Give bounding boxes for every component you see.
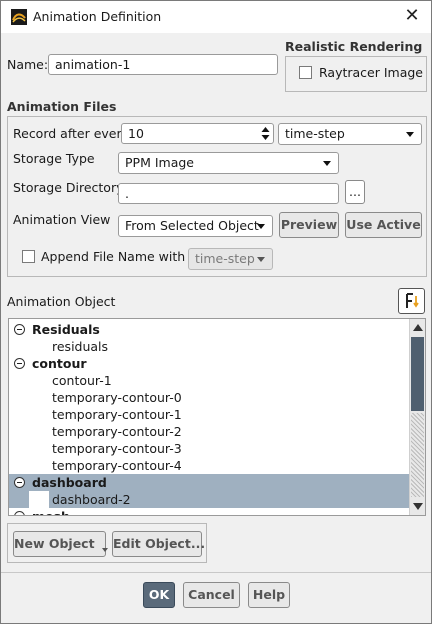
chevron-down-icon xyxy=(406,132,414,137)
chevron-down-icon xyxy=(257,257,265,262)
tree-item-label: temporary-contour-4 xyxy=(52,458,182,473)
tree-item-label: dashboard-2 xyxy=(52,492,131,507)
record-label: Record after every xyxy=(13,126,130,141)
tree-item-label: contour-1 xyxy=(52,373,112,388)
storage-type-dropdown[interactable]: PPM Image xyxy=(118,152,339,174)
fluent-app-icon xyxy=(11,9,27,25)
preview-button[interactable]: Preview xyxy=(279,212,339,238)
storage-directory-input[interactable]: . xyxy=(118,183,339,204)
realistic-rendering-heading: Realistic Rendering xyxy=(285,39,423,54)
collapse-icon[interactable] xyxy=(14,324,25,335)
name-input[interactable]: animation-1 xyxy=(48,54,278,75)
collapse-icon[interactable] xyxy=(14,358,25,369)
tree-group-row[interactable]: dashboard xyxy=(9,474,410,491)
tree-group-label: Residuals xyxy=(32,322,100,337)
object-actions-group: New Object Edit Object... xyxy=(7,523,207,563)
name-label: Name: xyxy=(7,57,49,72)
footer-divider xyxy=(1,572,431,573)
tree-scrollbar[interactable] xyxy=(409,319,425,515)
ok-button[interactable]: OK xyxy=(143,582,175,608)
spinner-arrows-icon[interactable] xyxy=(261,126,270,141)
tree-item-row[interactable]: residuals xyxy=(9,338,410,355)
realistic-rendering-group: Raytracer Image xyxy=(285,56,427,92)
tree-item-row[interactable]: contour-1 xyxy=(9,372,410,389)
help-button[interactable]: Help xyxy=(248,582,290,608)
append-filename-label: Append File Name with xyxy=(41,249,186,264)
storage-type-label: Storage Type xyxy=(13,151,95,166)
storage-directory-label: Storage Directory xyxy=(13,180,124,195)
browse-button[interactable]: ... xyxy=(345,180,365,204)
sort-icon xyxy=(405,293,419,308)
scroll-up-icon[interactable] xyxy=(413,324,423,331)
tree-item-label: residuals xyxy=(52,339,109,354)
new-object-label: New Object xyxy=(14,536,95,551)
scroll-track-hatch xyxy=(411,413,424,497)
record-unit-value: time-step xyxy=(285,126,345,141)
scroll-down-icon[interactable] xyxy=(413,503,423,510)
tree-item-row[interactable]: temporary-contour-0 xyxy=(9,389,410,406)
tree-group-row[interactable]: mesh xyxy=(9,508,410,515)
tree-item-row[interactable]: dashboard-2 xyxy=(9,491,410,508)
tree-group-row[interactable]: Residuals xyxy=(9,321,410,338)
tree-group-label: contour xyxy=(32,356,87,371)
raytracer-label: Raytracer Image xyxy=(319,65,423,80)
tree-item-row[interactable]: temporary-contour-2 xyxy=(9,423,410,440)
tree-group-row[interactable]: contour xyxy=(9,355,410,372)
animation-files-group: Record after every 10 time-step Storage … xyxy=(7,116,427,277)
tree-item-label: temporary-contour-0 xyxy=(52,390,182,405)
window-title: Animation Definition xyxy=(33,9,162,24)
tree-item-label: temporary-contour-3 xyxy=(52,441,182,456)
storage-type-value: PPM Image xyxy=(125,155,194,170)
new-object-button[interactable]: New Object xyxy=(13,531,108,557)
collapse-icon[interactable] xyxy=(14,511,25,515)
animation-files-heading: Animation Files xyxy=(7,99,117,114)
selection-highlight xyxy=(9,491,29,508)
chevron-down-icon xyxy=(101,548,108,552)
animation-view-value: From Selected Object xyxy=(125,218,259,233)
chevron-down-icon xyxy=(257,224,265,229)
tree-group-label: dashboard xyxy=(32,475,107,490)
close-icon[interactable]: ✕ xyxy=(401,5,423,27)
append-filename-checkbox[interactable] xyxy=(22,250,35,263)
title-bar[interactable]: Animation Definition ✕ xyxy=(1,1,431,33)
append-filename-value: time-step xyxy=(195,251,255,266)
raytracer-checkbox[interactable] xyxy=(299,66,312,79)
tree-item-label: temporary-contour-1 xyxy=(52,407,182,422)
edit-object-button[interactable]: Edit Object... xyxy=(112,531,205,557)
chevron-down-icon xyxy=(323,161,331,166)
cancel-button[interactable]: Cancel xyxy=(183,582,240,608)
collapse-icon[interactable] xyxy=(14,477,25,488)
record-interval-input[interactable]: 10 xyxy=(121,123,274,144)
tree-item-row[interactable]: temporary-contour-3 xyxy=(9,440,410,457)
tree-group-label: mesh xyxy=(32,508,70,515)
sort-objects-button[interactable] xyxy=(398,288,425,314)
append-filename-dropdown[interactable]: time-step xyxy=(188,248,273,270)
scroll-thumb[interactable] xyxy=(411,337,424,411)
record-unit-dropdown[interactable]: time-step xyxy=(278,123,422,145)
tree-item-label: temporary-contour-2 xyxy=(52,424,182,439)
animation-view-dropdown[interactable]: From Selected Object xyxy=(118,215,273,237)
animation-view-label: Animation View xyxy=(13,212,111,227)
record-interval-value: 10 xyxy=(128,126,144,141)
animation-definition-dialog: Animation Definition ✕ Name: animation-1… xyxy=(0,0,432,624)
animation-object-tree[interactable]: Residuals residuals contour contour-1 tempor… xyxy=(8,318,426,516)
use-active-button[interactable]: Use Active xyxy=(345,212,422,238)
tree-item-row[interactable]: temporary-contour-4 xyxy=(9,457,410,474)
animation-object-heading: Animation Object xyxy=(7,294,116,309)
tree-item-row[interactable]: temporary-contour-1 xyxy=(9,406,410,423)
